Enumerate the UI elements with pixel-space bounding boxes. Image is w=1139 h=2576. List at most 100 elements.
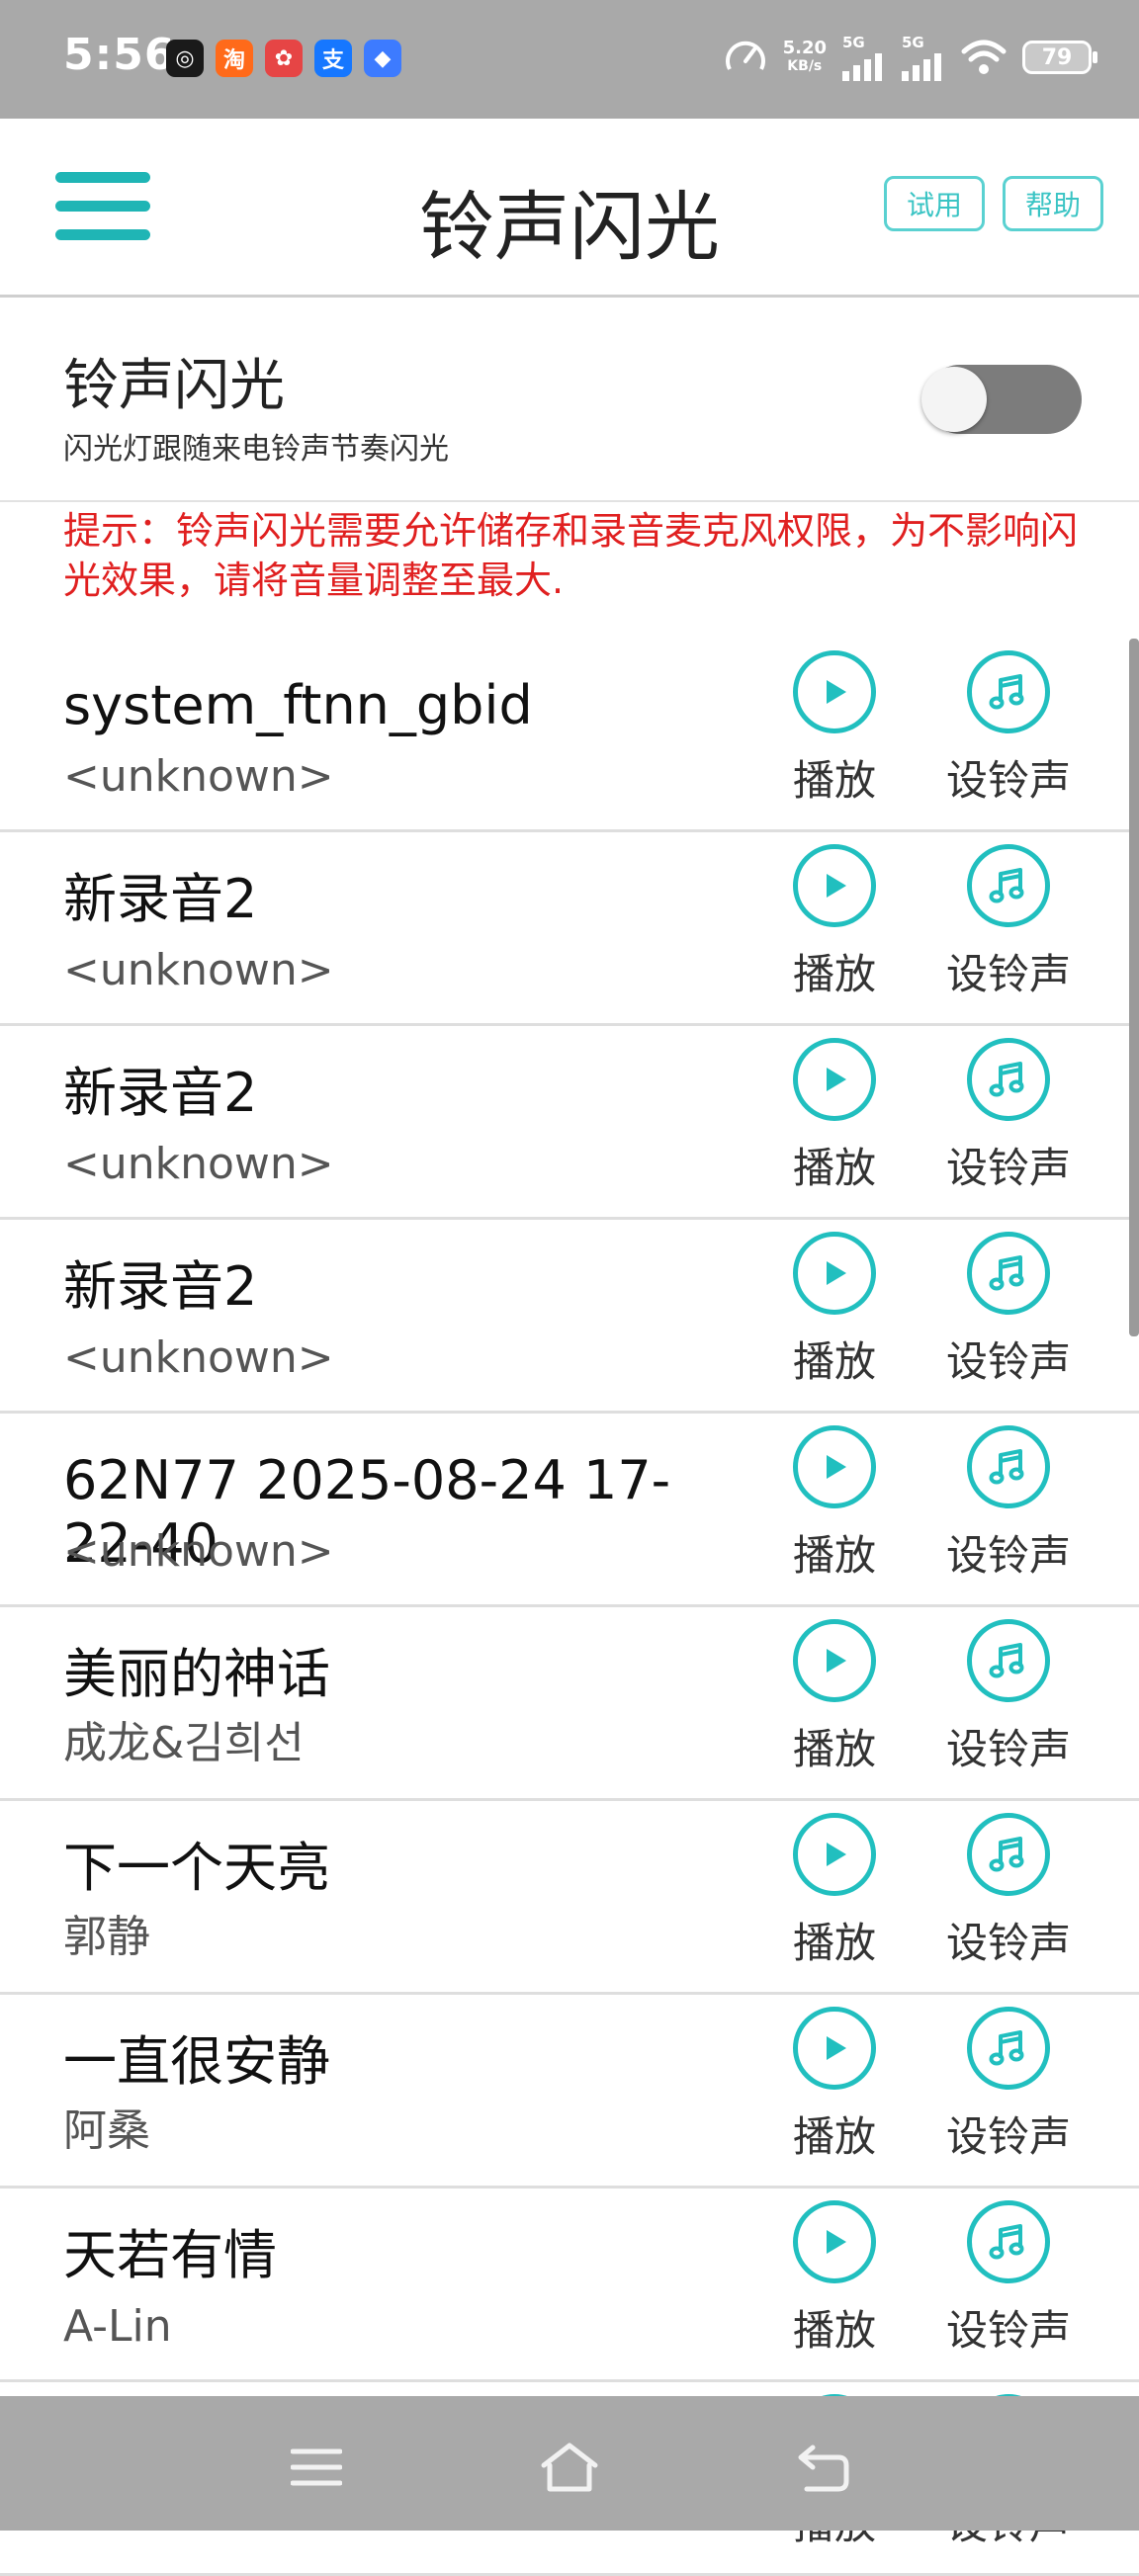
set-ringtone-button[interactable]: 设铃声	[920, 1232, 1097, 1389]
back-button[interactable]	[791, 2440, 854, 2495]
set-ringtone-button[interactable]: 设铃声	[920, 2007, 1097, 2164]
set-ringtone-label: 设铃声	[945, 2306, 1071, 2355]
set-ringtone-button[interactable]: 设铃声	[920, 1425, 1097, 1583]
toggle-knob	[921, 367, 987, 432]
play-label: 播放	[792, 950, 876, 998]
song-title: 下一个天亮	[63, 1837, 330, 1899]
song-row[interactable]: system_ftnn_gbid <unknown> 播放 设铃声	[0, 639, 1139, 832]
scrollbar[interactable]	[1129, 639, 1139, 1336]
app-bar: 铃声闪光 试用 帮助	[0, 119, 1139, 298]
play-icon	[793, 844, 876, 927]
set-ringtone-label: 设铃声	[945, 1337, 1071, 1386]
home-icon	[541, 2443, 598, 2492]
music-note-icon	[967, 1425, 1050, 1508]
song-artist: <unknown>	[63, 1332, 334, 1383]
play-label: 播放	[792, 1725, 876, 1773]
play-icon	[793, 1038, 876, 1121]
network-speed-value: 5.20	[782, 38, 827, 58]
network-speed-unit: KB/s	[787, 58, 823, 74]
play-label: 播放	[792, 756, 876, 805]
signal-1-label: 5G	[842, 34, 865, 51]
song-row[interactable]: 62N77 2025-08-24 17-22-40 <unknown> 播放 设铃声	[0, 1414, 1139, 1607]
song-row[interactable]: 一直很安静阿桑 播放 设铃声	[0, 1995, 1139, 2189]
play-button[interactable]: 播放	[745, 1232, 923, 1389]
wifi-icon	[961, 40, 1007, 74]
help-button[interactable]: 帮助	[1003, 176, 1103, 231]
song-artist: <unknown>	[63, 1526, 334, 1577]
play-button[interactable]: 播放	[745, 1038, 923, 1195]
browser-app-icon: ◆	[364, 40, 401, 77]
menu-lines-icon	[291, 2448, 342, 2486]
song-artist: <unknown>	[63, 1139, 334, 1189]
play-icon	[793, 2007, 876, 2090]
play-icon	[793, 1425, 876, 1508]
notification-icons: ◎ 淘 ✿ 支 ◆	[166, 40, 401, 77]
song-artist: <unknown>	[63, 751, 334, 802]
song-title: system_ftnn_gbid	[63, 674, 533, 736]
set-ringtone-label: 设铃声	[945, 1725, 1071, 1773]
network-speed: 5.20 KB/s	[783, 40, 827, 75]
music-note-icon	[967, 1813, 1050, 1896]
signal-2: 5G	[902, 34, 945, 81]
set-ringtone-button[interactable]: 设铃声	[920, 2200, 1097, 2358]
ringtone-flash-toggle[interactable]	[921, 365, 1082, 434]
set-ringtone-label: 设铃声	[945, 1144, 1071, 1192]
permission-hint: 提示：铃声闪光需要允许储存和录音麦克风权限，为不影响闪光效果，请将音量调整至最大…	[63, 509, 1079, 602]
song-title: 新录音2	[63, 1255, 258, 1318]
play-button[interactable]: 播放	[745, 2200, 923, 2358]
set-ringtone-label: 设铃声	[945, 950, 1071, 998]
set-ringtone-button[interactable]: 设铃声	[920, 650, 1097, 808]
play-button[interactable]: 播放	[745, 650, 923, 808]
song-artist: 郭静	[63, 1912, 150, 1962]
taobao-app-icon: 淘	[216, 40, 253, 77]
signal-bars-icon	[842, 53, 882, 81]
song-title: 天若有情	[63, 2224, 277, 2286]
song-artist: 阿桑	[63, 2105, 150, 2156]
music-note-icon	[967, 1232, 1050, 1315]
song-list: system_ftnn_gbid <unknown> 播放 设铃声 新录音2 <unkno…	[0, 639, 1139, 2576]
status-bar: 5:56 ◎ 淘 ✿ 支 ◆ 5.20 KB/s 5G 5G 79	[0, 0, 1139, 119]
song-row[interactable]: 新录音2 <unknown> 播放 设铃声	[0, 832, 1139, 1026]
play-button[interactable]: 播放	[745, 1619, 923, 1776]
set-ringtone-button[interactable]: 设铃声	[920, 844, 1097, 1001]
set-ringtone-button[interactable]: 设铃声	[920, 1813, 1097, 1970]
song-artist: 成龙&김희선	[63, 1718, 305, 1768]
home-button[interactable]	[538, 2440, 601, 2495]
play-button[interactable]: 播放	[745, 844, 923, 1001]
song-row[interactable]: 新录音2 <unknown> 播放 设铃声	[0, 1220, 1139, 1414]
song-row[interactable]: 美丽的神话 成龙&김희선 播放 设铃声	[0, 1607, 1139, 1801]
set-ringtone-label: 设铃声	[945, 1531, 1071, 1580]
signal-1: 5G	[842, 34, 886, 81]
back-arrow-icon	[798, 2445, 849, 2492]
song-title: 新录音2	[63, 1062, 258, 1124]
set-ringtone-label: 设铃声	[945, 2112, 1071, 2161]
song-row[interactable]: 新录音2 <unknown> 播放 设铃声	[0, 1026, 1139, 1220]
play-button[interactable]: 播放	[745, 1813, 923, 1970]
play-icon	[793, 1232, 876, 1315]
play-label: 播放	[792, 1531, 876, 1580]
song-row[interactable]: 天若有情 A-Lin 播放 设铃声	[0, 2189, 1139, 2382]
play-button[interactable]: 播放	[745, 2007, 923, 2164]
song-artist: A-Lin	[63, 2301, 172, 2352]
music-note-icon	[967, 1619, 1050, 1702]
music-note-icon	[967, 2200, 1050, 2283]
game-app-icon: ✿	[265, 40, 303, 77]
navigation-bar	[0, 2396, 1139, 2531]
play-icon	[793, 650, 876, 733]
play-button[interactable]: 播放	[745, 1425, 923, 1583]
play-label: 播放	[792, 1337, 876, 1386]
setting-subtitle: 闪光灯跟随来电铃声节奏闪光	[63, 432, 449, 467]
music-note-icon	[967, 844, 1050, 927]
play-label: 播放	[792, 2306, 876, 2355]
recents-button[interactable]	[285, 2440, 348, 2495]
setting-title: 铃声闪光	[63, 354, 285, 418]
set-ringtone-button[interactable]: 设铃声	[920, 1619, 1097, 1776]
signal-bars-icon	[902, 53, 941, 81]
set-ringtone-label: 设铃声	[945, 1919, 1071, 1967]
try-button[interactable]: 试用	[884, 176, 985, 231]
set-ringtone-button[interactable]: 设铃声	[920, 1038, 1097, 1195]
song-row[interactable]: 下一个天亮郭静 播放 设铃声	[0, 1801, 1139, 1995]
song-title: 一直很安静	[63, 2030, 330, 2093]
alipay-app-icon: 支	[314, 40, 352, 77]
song-title: 新录音2	[63, 868, 258, 930]
